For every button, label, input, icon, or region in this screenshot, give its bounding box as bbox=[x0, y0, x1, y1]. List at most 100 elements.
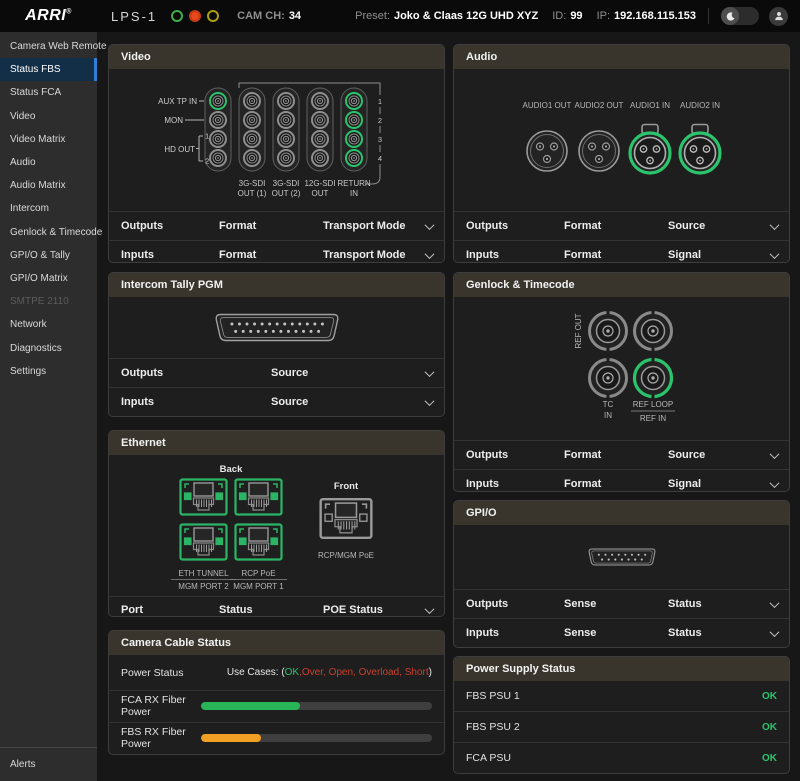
sidebar-item-genlock-timecode[interactable]: Genlock & Timecode bbox=[0, 221, 97, 244]
panel-audio: Audio AUDIO1 OUT AUDIO2 OUT AUDIO1 IN AU… bbox=[453, 44, 790, 263]
intercom-outputs-row[interactable]: Outputs Source bbox=[109, 358, 444, 387]
video-inputs-row[interactable]: Inputs Format Transport Mode bbox=[109, 240, 444, 263]
eth-port-back-1 bbox=[181, 480, 227, 515]
green-status-light bbox=[171, 10, 183, 22]
ref-out-2-connector bbox=[635, 310, 672, 353]
sidebar-item-video-matrix[interactable]: Video Matrix bbox=[0, 128, 97, 151]
sidebar-item-audio[interactable]: Audio bbox=[0, 151, 97, 174]
audio2-out-label: AUDIO2 OUT bbox=[575, 101, 624, 110]
sidebar-item-network[interactable]: Network bbox=[0, 313, 97, 336]
use-case-overload: , Overload bbox=[353, 667, 399, 678]
intercom-inputs-row[interactable]: Inputs Source bbox=[109, 387, 444, 416]
gpio-inputs-row[interactable]: Inputs Sense Status bbox=[454, 618, 789, 647]
audio-inputs-row[interactable]: Inputs Format Signal bbox=[454, 240, 789, 263]
ref-out-label: REF OUT bbox=[574, 313, 583, 348]
dark-mode-toggle[interactable] bbox=[721, 7, 759, 25]
chevron-down-icon bbox=[769, 249, 779, 259]
hd-out-label: HD OUT bbox=[164, 145, 195, 154]
genlock-panel-title: Genlock & Timecode bbox=[454, 273, 789, 297]
use-cases-legend: Use Cases: (OK,Over, Open, Overload, Sho… bbox=[227, 667, 432, 678]
video-outputs-transport-mode: Transport Mode bbox=[323, 220, 414, 232]
fca-fiber-bar-fill bbox=[201, 702, 300, 710]
video-connector-diagram: AUX TP IN MON HD OUT 1 2 bbox=[109, 69, 444, 211]
video-outputs-row[interactable]: Outputs Format Transport Mode bbox=[109, 211, 444, 240]
eth-port-back-4 bbox=[236, 525, 282, 560]
fbs-psu1-label: FBS PSU 1 bbox=[466, 690, 520, 702]
use-case-short: , Short bbox=[399, 667, 428, 678]
intercom-inputs-label: Inputs bbox=[109, 396, 271, 408]
ethernet-port-row[interactable]: Port Status POE Status bbox=[109, 596, 444, 617]
genlock-diagram-svg: REF OUT TC IN REF LOOP REF IN bbox=[454, 297, 790, 435]
power-status-label: Power Status bbox=[121, 667, 183, 679]
sidebar-item-gpio-tally[interactable]: GPI/O & Tally bbox=[0, 244, 97, 267]
panel-ethernet: Ethernet Back Front ETH TUNNEL MGM PORT … bbox=[108, 430, 445, 617]
chevron-down-icon bbox=[424, 220, 434, 230]
audio-panel-title: Audio bbox=[454, 45, 789, 69]
db25-connector bbox=[212, 310, 342, 345]
chevron-down-icon bbox=[769, 627, 779, 637]
svg-text:2: 2 bbox=[378, 116, 382, 125]
arri-logo: ARRI® bbox=[25, 7, 72, 25]
user-account-button[interactable] bbox=[769, 7, 788, 26]
audio-connector-diagram: AUDIO1 OUT AUDIO2 OUT AUDIO1 IN AUDIO2 I… bbox=[454, 69, 789, 211]
sidebar-item-intercom[interactable]: Intercom bbox=[0, 197, 97, 220]
intercom-panel-title: Intercom Tally PGM bbox=[109, 273, 444, 297]
genlock-inputs-row[interactable]: Inputs Format Signal bbox=[454, 469, 789, 492]
sidebar-item-alerts[interactable]: Alerts bbox=[0, 747, 97, 781]
ethernet-panel-title: Ethernet bbox=[109, 431, 444, 455]
sidebar-item-diagnostics[interactable]: Diagnostics bbox=[0, 336, 97, 359]
audio-inputs-signal: Signal bbox=[668, 249, 759, 261]
preset-info: Preset:Joko & Claas 12G UHD XYZ bbox=[355, 10, 538, 22]
col-12gsdi-line2: OUT bbox=[312, 189, 329, 198]
sidebar-item-audio-matrix[interactable]: Audio Matrix bbox=[0, 174, 97, 197]
intercom-connector-diagram bbox=[109, 297, 444, 358]
mon-connector bbox=[210, 112, 226, 128]
tc-label: TC bbox=[603, 400, 614, 409]
gpio-outputs-row[interactable]: Outputs Sense Status bbox=[454, 589, 789, 618]
sidebar-item-settings[interactable]: Settings bbox=[0, 360, 97, 383]
topbar-divider bbox=[708, 8, 709, 24]
sidebar-item-video[interactable]: Video bbox=[0, 105, 97, 128]
gpio-panel-title: GPI/O bbox=[454, 501, 789, 525]
device-id: ID:99 bbox=[552, 10, 582, 22]
video-outputs-format: Format bbox=[219, 220, 323, 232]
device-ip: IP:192.168.115.153 bbox=[597, 10, 696, 22]
panel-genlock-timecode: Genlock & Timecode REF OUT TC IN REF LOO… bbox=[453, 272, 790, 492]
sidebar-item-status-fbs[interactable]: Status FBS bbox=[0, 58, 97, 81]
panel-video: Video bbox=[108, 44, 445, 263]
rcp-poe-label: RCP PoE bbox=[241, 569, 275, 578]
col-return-line2: IN bbox=[350, 189, 358, 198]
fca-fiber-bar-track bbox=[201, 702, 432, 710]
gpio-inputs-label: Inputs bbox=[454, 627, 564, 639]
fbs-psu1-status: OK bbox=[762, 691, 777, 702]
col-3gsdi2-line2: OUT (2) bbox=[272, 189, 301, 198]
gpio-outputs-sense: Sense bbox=[564, 598, 668, 610]
chevron-down-icon bbox=[424, 367, 434, 377]
genlock-outputs-row[interactable]: Outputs Format Source bbox=[454, 440, 789, 469]
svg-text:4: 4 bbox=[378, 154, 382, 163]
mgm-port2-label: MGM PORT 2 bbox=[178, 582, 229, 591]
ref-out-1-connector bbox=[590, 310, 627, 353]
ref-loop-ref-in-connector bbox=[635, 357, 672, 400]
svg-text:3: 3 bbox=[378, 135, 382, 144]
sidebar-item-status-fca[interactable]: Status FCA bbox=[0, 81, 97, 104]
audio-outputs-row[interactable]: Outputs Format Source bbox=[454, 211, 789, 240]
ethernet-port-label: Port bbox=[109, 604, 219, 616]
ethernet-back-label: Back bbox=[220, 464, 243, 475]
use-case-open: , Open bbox=[323, 667, 353, 678]
audio-inputs-label: Inputs bbox=[454, 249, 564, 261]
sidebar-item-camera-web-remote[interactable]: Camera Web Remote bbox=[0, 35, 97, 58]
gpio-outputs-status: Status bbox=[668, 598, 759, 610]
genlock-outputs-format: Format bbox=[564, 449, 668, 461]
moon-icon bbox=[725, 11, 736, 22]
power-supply-panel-title: Power Supply Status bbox=[454, 657, 789, 681]
fbs-psu2-status: OK bbox=[762, 722, 777, 733]
col-return-line1: RETURN bbox=[337, 179, 371, 188]
genlock-connector-diagram: REF OUT TC IN REF LOOP REF IN bbox=[454, 297, 789, 440]
ethernet-connector-diagram: Back Front ETH TUNNEL MGM PORT 2 RCP PoE… bbox=[109, 455, 444, 596]
sidebar-item-gpio-matrix[interactable]: GPI/O Matrix bbox=[0, 267, 97, 290]
chevron-down-icon bbox=[424, 396, 434, 406]
audio-inputs-format: Format bbox=[564, 249, 668, 261]
intercom-inputs-source: Source bbox=[271, 396, 414, 408]
hd-out-2-number: 2 bbox=[205, 157, 209, 166]
